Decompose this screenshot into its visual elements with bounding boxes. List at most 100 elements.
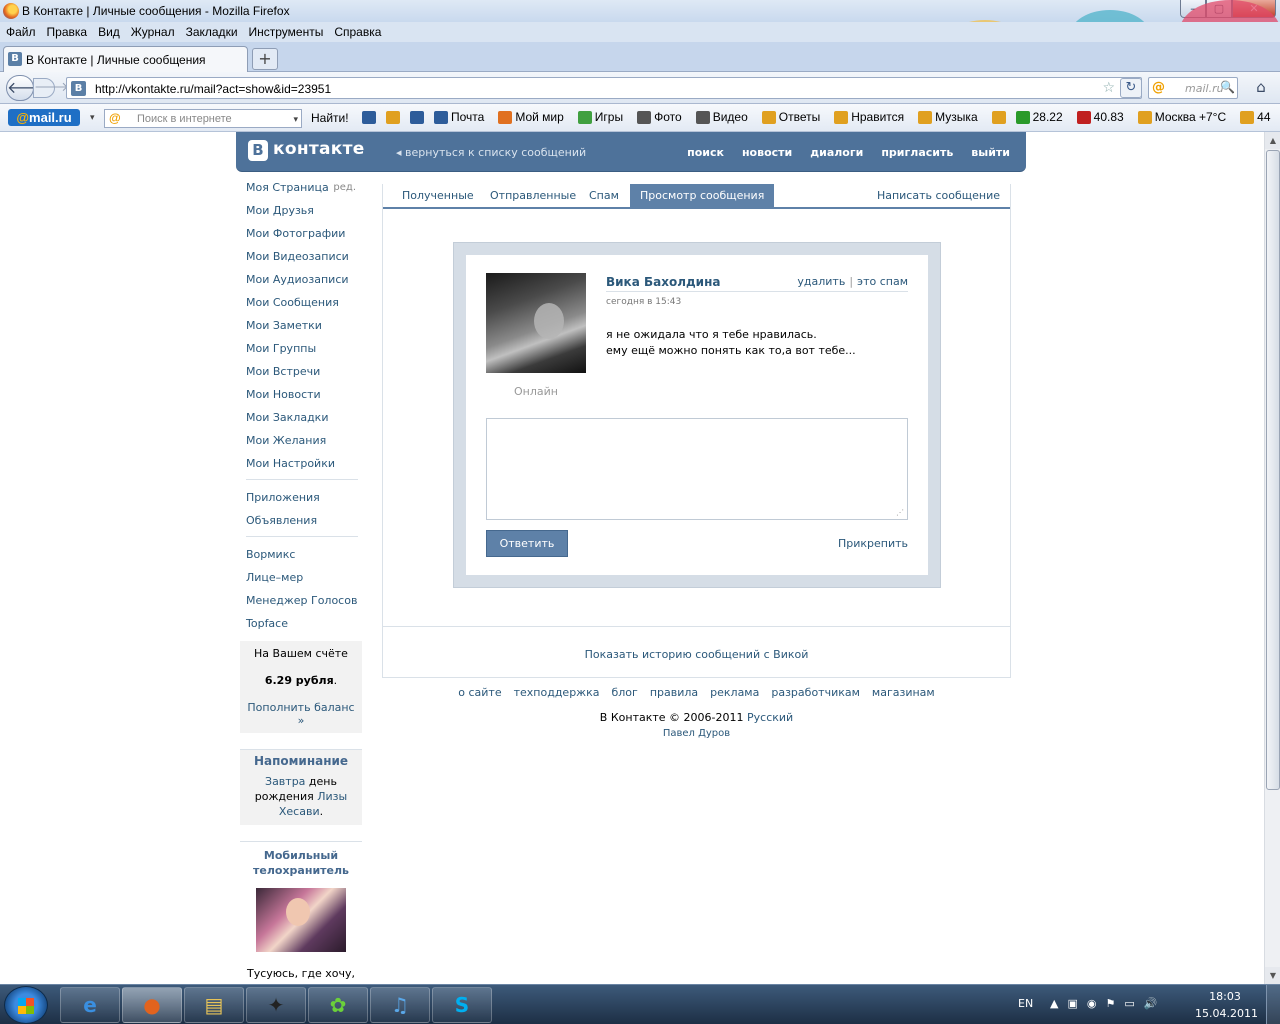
author-link[interactable]: Павел Дуров [382,728,1011,739]
reminder-tomorrow-link[interactable]: Завтра [265,775,305,788]
action-center-flag-icon[interactable]: ⚑ [1105,997,1115,1010]
mailru-toolbar-item[interactable] [386,110,403,124]
mailru-menu-dropdown-icon[interactable]: ▾ [90,112,95,123]
taskbar-button[interactable]: ✿ [308,987,368,1023]
mailru-toolbar-item[interactable]: Ответы [761,110,827,124]
mailru-toolbar-item[interactable]: 28.22 [1015,110,1070,124]
sidebar-item[interactable]: Приложения [240,486,362,509]
sidebar-item[interactable]: Мои Фотографии [240,222,362,245]
ad-title[interactable]: Мобильный телохранитель [240,848,362,878]
mailru-toolbar-item[interactable]: Нравится [834,110,911,124]
scrollbar-thumb[interactable] [1266,150,1280,790]
show-hidden-icons-icon[interactable]: ▲ [1050,997,1058,1010]
taskbar-button[interactable]: ● [122,987,182,1023]
home-button[interactable]: ⌂ [1250,78,1272,98]
vk-logo-text[interactable]: контакте [273,139,365,159]
sidebar-item[interactable]: Объявления [240,509,362,532]
vk-logo-icon[interactable]: B [248,140,268,161]
mailru-toolbar-item[interactable] [991,110,1009,124]
mailru-logo[interactable]: @mail.ru [8,109,80,126]
sidebar-item[interactable]: Мои Новости [240,383,362,406]
taskbar-button[interactable]: ♫ [370,987,430,1023]
mailru-search-input[interactable]: @ Поиск в интернете ▾ [104,109,302,128]
browser-search-input[interactable]: @ mail.ru 🔍 [1148,77,1238,99]
forward-button[interactable]: 🡒 [33,78,69,98]
reply-textarea[interactable]: ⋰ [486,418,908,520]
mailru-toolbar-item[interactable]: Игры [577,110,630,124]
menu-file[interactable]: Файл [0,22,41,39]
new-tab-button[interactable]: + [252,48,278,70]
menu-edit[interactable]: Правка [41,22,93,39]
top-up-balance-link[interactable]: Пополнить баланс » [244,701,358,727]
address-bar[interactable]: B http://vkontakte.ru/mail?act=show&id=2… [66,77,1142,99]
mailru-toolbar-item[interactable]: Видео [695,110,755,124]
volume-icon[interactable]: 🔊 [1144,997,1158,1010]
url-text[interactable]: http://vkontakte.ru/mail?act=show&id=239… [95,82,331,96]
sidebar-item[interactable]: Мои Настройки [240,452,362,475]
mailru-toolbar-item[interactable]: Москва +7°C [1137,110,1233,124]
maximize-button[interactable]: ▢ [1206,0,1232,18]
edit-page-link[interactable]: ред. [333,180,356,195]
show-history-link[interactable]: Показать историю сообщений с Викой [383,648,1010,661]
menu-view[interactable]: Вид [92,22,125,39]
taskbar-button[interactable]: ✦ [246,987,306,1023]
sender-name-link[interactable]: Вика Бахолдина [606,275,720,289]
mailru-toolbar-item[interactable]: 40.83 [1076,110,1131,124]
mailru-search-dropdown-icon[interactable]: ▾ [293,114,298,125]
tab-inbox[interactable]: Полученные [402,189,474,202]
clock-date[interactable]: 15.04.2011 [1195,1007,1258,1020]
language-indicator[interactable]: EN [1018,997,1033,1010]
back-to-messages-link[interactable]: ◂ вернуться к списку сообщений [396,146,586,159]
taskbar-button[interactable]: S [432,987,492,1023]
sidebar-item[interactable]: Моя Страница ред. [240,176,362,199]
footer-link[interactable]: разработчикам [771,686,860,699]
bookmark-star-icon[interactable]: ☆ [1102,80,1115,96]
scroll-up-icon[interactable]: ▲ [1265,132,1280,149]
ad-text[interactable]: Тусуюсь, где хочу, ни о чем не тревожась… [240,966,362,984]
footer-link[interactable]: реклама [710,686,759,699]
nav-invite[interactable]: пригласить [881,146,953,159]
sidebar-item[interactable]: Мои Видеозаписи [240,245,362,268]
tab-spam[interactable]: Спам [589,189,619,202]
clock-time[interactable]: 18:03 [1200,990,1250,1003]
sender-avatar[interactable] [486,273,586,373]
reload-button[interactable]: ↻ [1120,78,1142,98]
footer-link[interactable]: техподдержка [514,686,600,699]
menu-help[interactable]: Справка [328,22,386,39]
browser-tab[interactable]: B В Контакте | Личные сообщения [3,46,248,72]
scroll-down-icon[interactable]: ▼ [1265,967,1280,984]
nav-news[interactable]: новости [742,146,792,159]
search-icon[interactable]: 🔍 [1220,80,1235,94]
sidebar-item[interactable]: Мои Сообщения [240,291,362,314]
mailru-toolbar-item[interactable]: Музыка [918,110,984,124]
taskbar-button[interactable]: e [60,987,120,1023]
sidebar-item[interactable]: Лице–мер [240,566,362,589]
menu-history[interactable]: Журнал [125,22,180,39]
network-icon[interactable]: ▭ [1124,997,1134,1010]
nav-logout[interactable]: выйти [971,146,1010,159]
tab-view-message[interactable]: Просмотр сообщения [630,184,775,209]
sidebar-item[interactable]: Мои Закладки [240,406,362,429]
footer-link[interactable]: о сайте [458,686,501,699]
footer-link[interactable]: блог [611,686,637,699]
minimize-button[interactable]: – [1180,0,1206,18]
footer-link[interactable]: магазинам [872,686,935,699]
menu-bookmarks[interactable]: Закладки [180,22,243,39]
sidebar-item[interactable]: Мои Встречи [240,360,362,383]
write-message-link[interactable]: Написать сообщение [877,189,1000,202]
sidebar-item[interactable]: Мои Друзья [240,199,362,222]
sidebar-item[interactable]: Менеджер Голосов [240,589,362,612]
sidebar-item[interactable]: Мои Заметки [240,314,362,337]
mark-spam-link[interactable]: это спам [857,275,908,288]
sidebar-item[interactable]: Мои Группы [240,337,362,360]
sidebar-item[interactable]: Мои Желания [240,429,362,452]
mailru-toolbar-item[interactable] [362,110,379,124]
mailru-toolbar-item[interactable]: 44 [1240,110,1277,124]
footer-link[interactable]: правила [650,686,698,699]
start-button[interactable] [4,986,48,1024]
back-button[interactable]: 🡐 [6,75,50,101]
show-desktop-button[interactable] [1266,985,1280,1024]
mailru-toolbar-item[interactable]: Почта [434,110,491,124]
torrent-icon[interactable]: ▣ [1067,997,1077,1010]
tab-sent[interactable]: Отправленные [490,189,576,202]
